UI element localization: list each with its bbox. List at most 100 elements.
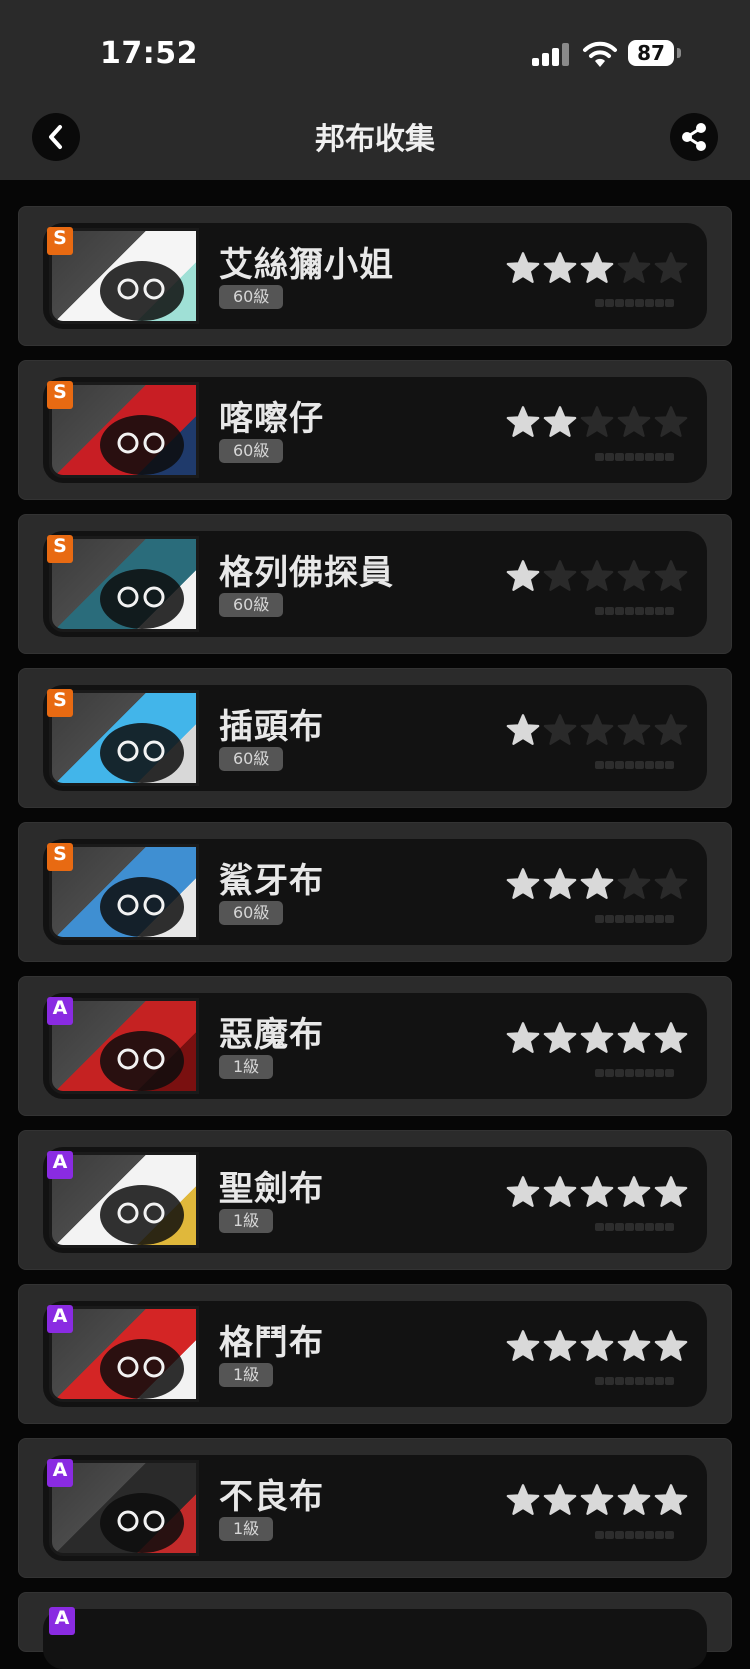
level-badge: 60級 [219,901,284,925]
rank-letter: S [53,689,67,711]
progress-pips [595,761,675,769]
progress-pips [595,453,675,461]
star-empty-icon [654,252,688,283]
rank-badge: A [47,1459,73,1487]
bangboo-face-icon [100,1185,184,1245]
list-item[interactable]: A 格鬥布 1級 [18,1284,732,1424]
card-inner: S 格列佛探員 60級 [43,531,707,637]
cellular-signal-icon [532,42,570,66]
card-inner: S 插頭布 60級 [43,685,707,791]
progress-pips [595,1069,675,1077]
list-item[interactable]: S 鯊牙布 60級 [18,822,732,962]
star-filled-icon [617,1022,651,1053]
rank-letter: A [52,1151,68,1173]
star-rating [505,1021,705,1061]
star-empty-icon [617,868,651,899]
star-empty-icon [543,560,577,591]
star-rating [505,1483,705,1523]
star-empty-icon [617,560,651,591]
star-filled-icon [506,560,540,591]
status-time: 17:52 [100,36,198,71]
level-badge: 60級 [219,439,284,463]
bangboo-name: 插頭布 [219,707,324,747]
star-filled-icon [506,406,540,437]
star-empty-icon [580,406,614,437]
rank-badge: S [47,689,73,717]
rank-letter: S [53,535,67,557]
rank-badge: A [47,1151,73,1179]
star-filled-icon [654,1022,688,1053]
list-item-partial[interactable]: A [18,1592,732,1669]
star-filled-icon [617,1484,651,1515]
list-item[interactable]: S 格列佛探員 60級 [18,514,732,654]
star-rating [505,713,705,753]
progress-pips [595,299,675,307]
card-inner: S 喀嚓仔 60級 [43,377,707,483]
progress-pips [595,1223,675,1231]
star-empty-icon [654,868,688,899]
battery-tip [677,48,681,58]
star-filled-icon [506,1022,540,1053]
star-empty-icon [543,714,577,745]
star-filled-icon [543,1484,577,1515]
share-button[interactable] [670,113,718,161]
star-empty-icon [617,714,651,745]
bangboo-face-icon [100,1031,184,1091]
rank-badge: A [47,1305,73,1333]
star-filled-icon [543,1022,577,1053]
progress-pips [595,915,675,923]
star-filled-icon [506,714,540,745]
star-empty-icon [580,714,614,745]
star-filled-icon [543,1176,577,1207]
rank-letter: A [52,997,68,1019]
star-filled-icon [506,1176,540,1207]
rank-badge: A [47,997,73,1025]
bangboo-name: 惡魔布 [219,1015,324,1055]
bangboo-face-icon [100,261,184,321]
level-badge: 1級 [219,1517,274,1541]
rank-badge: S [47,227,73,255]
star-empty-icon [617,406,651,437]
rank-letter: S [53,381,67,403]
star-rating [505,251,705,291]
progress-pips [595,1377,675,1385]
page-title: 邦布收集 [315,122,435,157]
card-inner: S 艾絲獮小姐 60級 [43,223,707,329]
progress-pips [595,607,675,615]
rank-letter: S [53,227,67,249]
level-badge: 60級 [219,285,284,309]
bangboo-face-icon [100,1339,184,1399]
card-inner [43,1609,707,1669]
star-filled-icon [580,1022,614,1053]
level-badge: 60級 [219,593,284,617]
star-filled-icon [654,1176,688,1207]
wifi-icon [583,41,617,67]
bangboo-face-icon [100,723,184,783]
list-item[interactable]: A 聖劍布 1級 [18,1130,732,1270]
star-rating [505,559,705,599]
card-inner: A 惡魔布 1級 [43,993,707,1099]
star-filled-icon [617,1330,651,1361]
bangboo-name: 鯊牙布 [219,861,324,901]
list-item[interactable]: A 不良布 1級 [18,1438,732,1578]
rank-letter: A [52,1459,68,1481]
list-item[interactable]: S 喀嚓仔 60級 [18,360,732,500]
bangboo-list: S 艾絲獮小姐 60級 S 喀嚓仔 60級 S 格列佛探員 60級 S 插頭布 … [18,206,732,1592]
level-badge: 1級 [219,1055,274,1079]
star-filled-icon [506,252,540,283]
rank-letter: S [53,843,67,865]
rank-badge: S [47,381,73,409]
list-item[interactable]: S 艾絲獮小姐 60級 [18,206,732,346]
star-filled-icon [580,1176,614,1207]
list-item[interactable]: S 插頭布 60級 [18,668,732,808]
star-empty-icon [617,252,651,283]
star-filled-icon [654,1484,688,1515]
rank-badge: S [47,843,73,871]
list-item[interactable]: A 惡魔布 1級 [18,976,732,1116]
card-inner: A 聖劍布 1級 [43,1147,707,1253]
top-bar: 17:52 87 邦布收集 [0,0,750,180]
bangboo-name: 格鬥布 [219,1323,324,1363]
bangboo-name: 喀嚓仔 [219,399,324,439]
bangboo-face-icon [100,569,184,629]
star-rating [505,867,705,907]
